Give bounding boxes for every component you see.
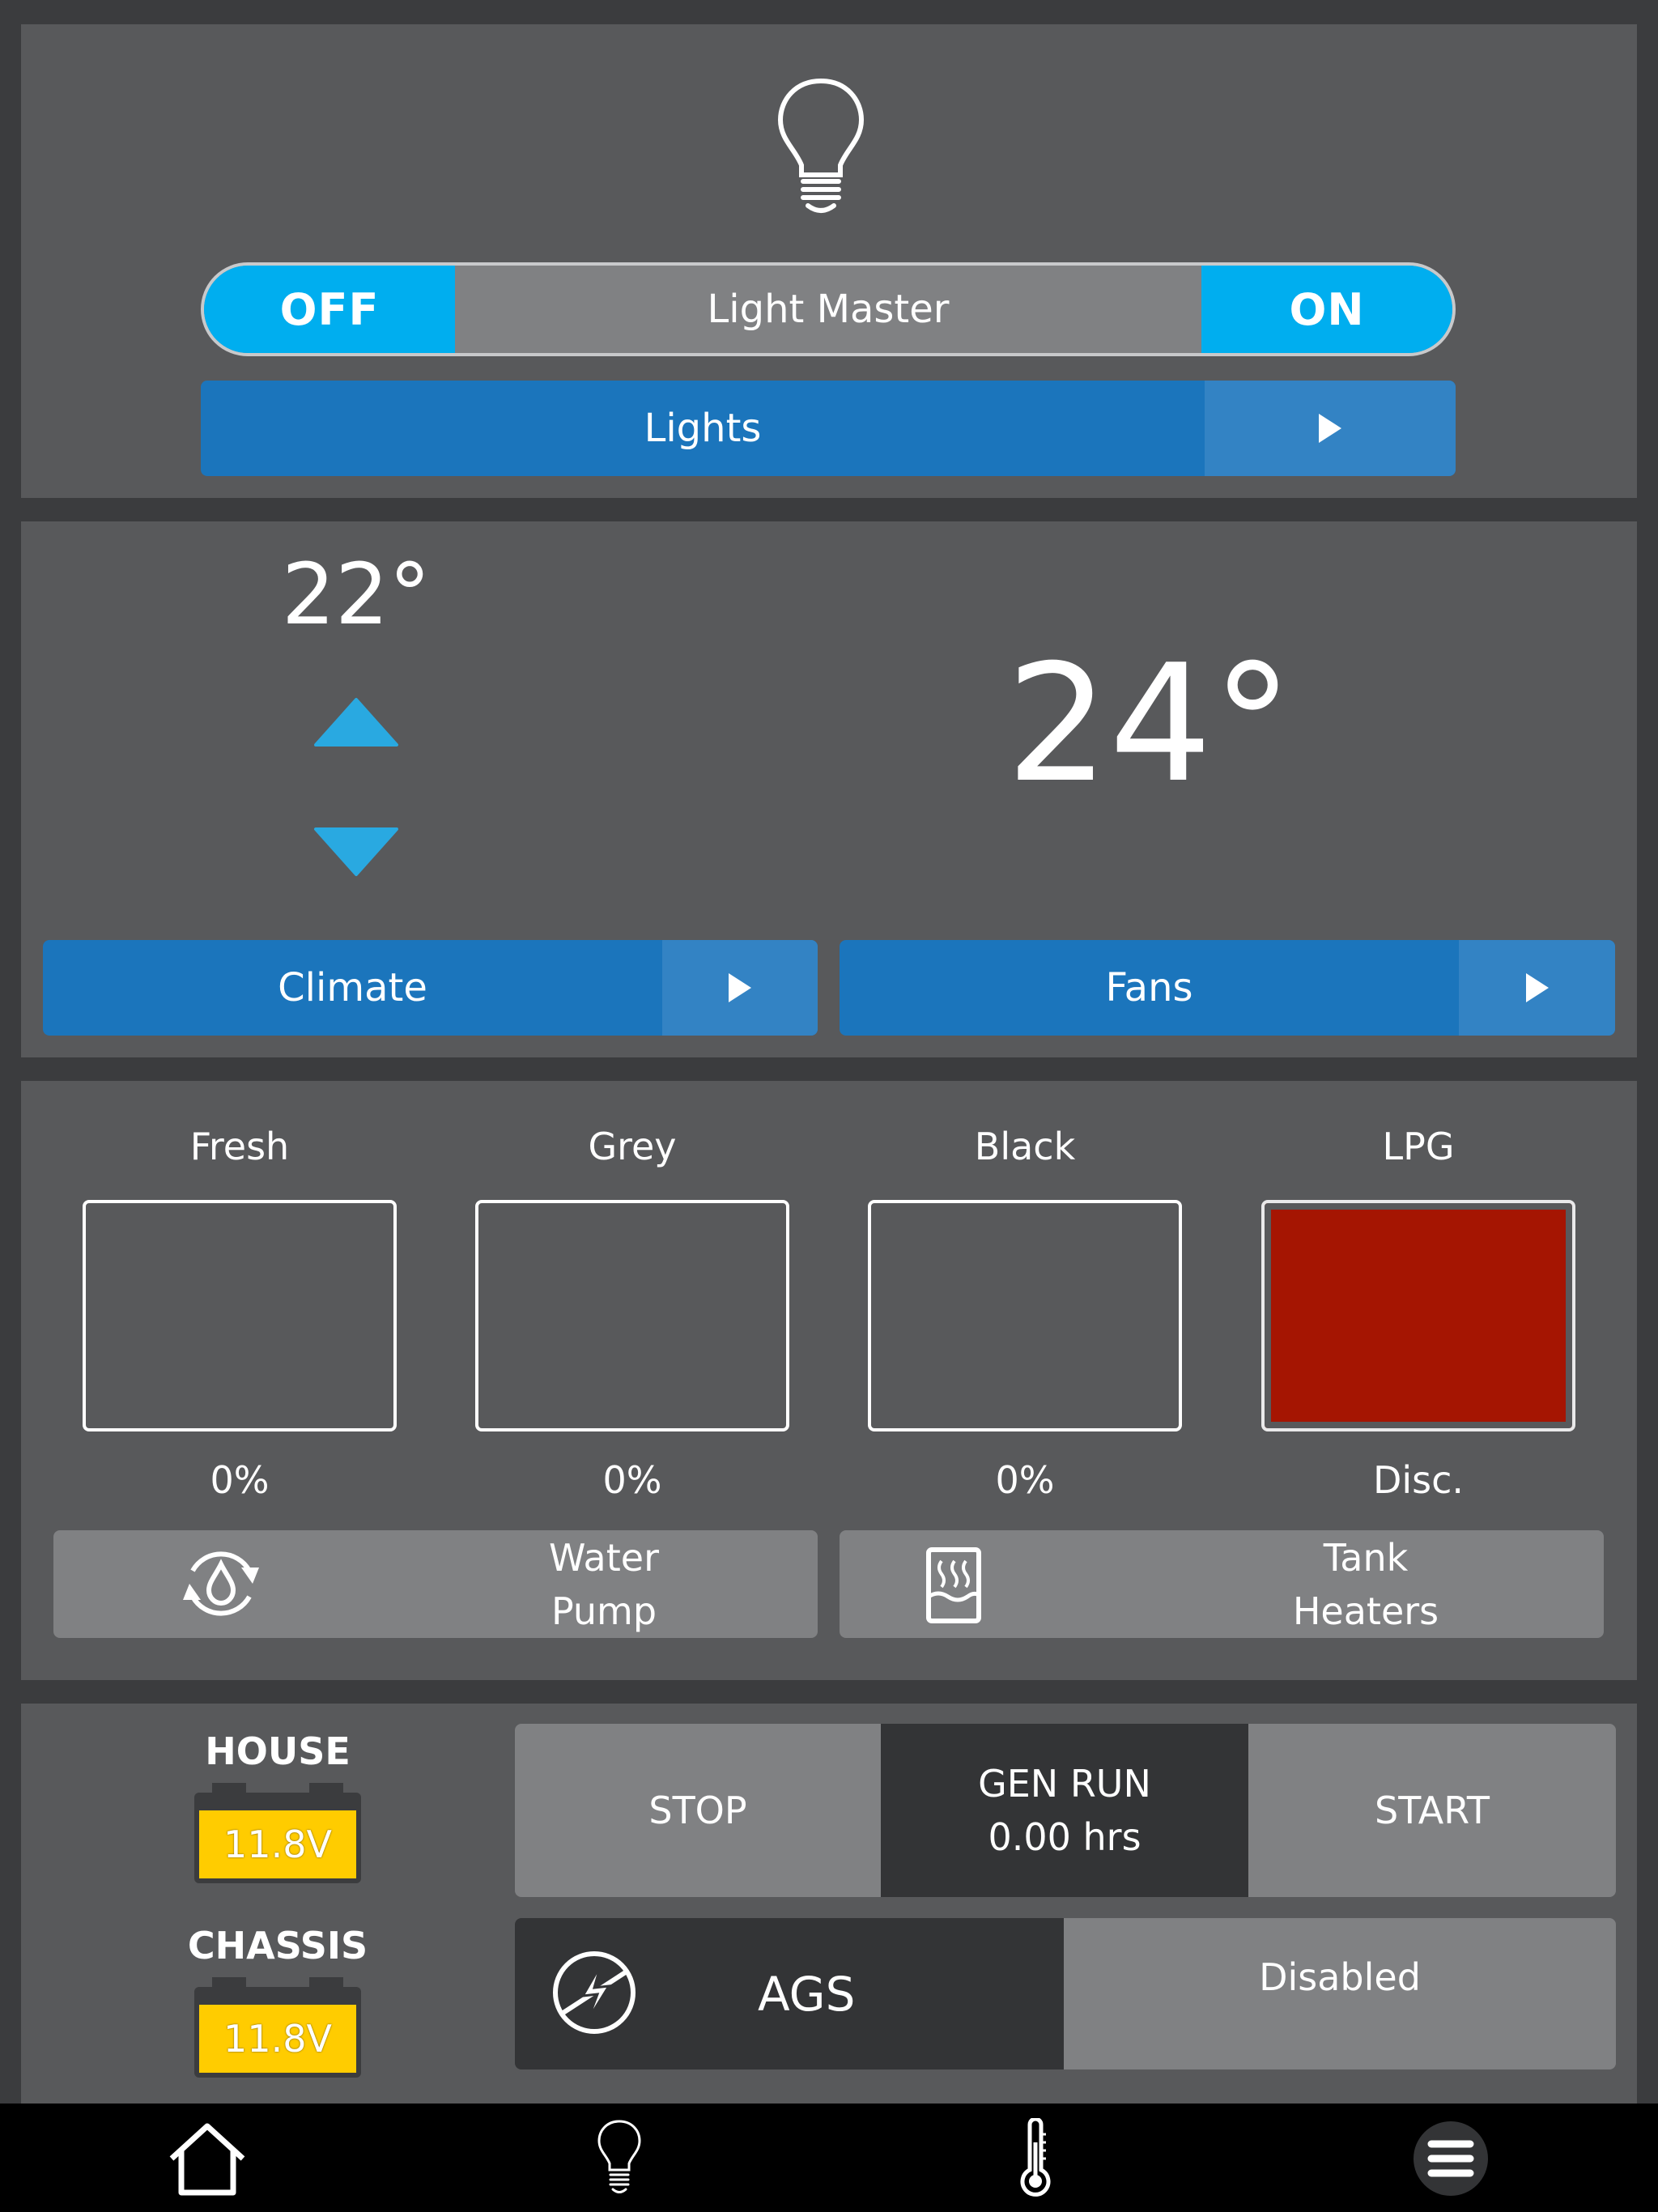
battery-voltage: 11.8V bbox=[199, 1810, 356, 1878]
climate-nav-button[interactable]: Climate bbox=[43, 940, 818, 1036]
home-icon[interactable] bbox=[167, 2118, 248, 2199]
tank-level-value: 0% bbox=[210, 1458, 270, 1502]
water-pump-label: Water Pump bbox=[393, 1530, 814, 1638]
generator-start-button[interactable]: START bbox=[1248, 1724, 1616, 1897]
water-pump-button[interactable]: Water Pump bbox=[53, 1530, 818, 1638]
tank-heater-icon bbox=[926, 1547, 981, 1623]
generator-run-title: GEN RUN bbox=[978, 1762, 1151, 1806]
tank-black[interactable]: Black 0% bbox=[868, 1117, 1182, 1504]
tank-heaters-label: Tank Heaters bbox=[1147, 1530, 1584, 1638]
play-arrow-icon bbox=[729, 973, 751, 1002]
lights-nav-button[interactable]: Lights bbox=[201, 381, 1456, 476]
battery-name: HOUSE bbox=[205, 1729, 351, 1773]
tank-level-value: 0% bbox=[995, 1458, 1055, 1502]
tank-heaters-button[interactable]: Tank Heaters bbox=[840, 1530, 1604, 1638]
light-master-off-button[interactable]: OFF bbox=[204, 266, 455, 353]
light-master-toggle[interactable]: OFF Light Master ON bbox=[201, 262, 1456, 356]
lights-nav-label: Lights bbox=[644, 406, 762, 451]
tank-heaters-label-line2: Heaters bbox=[1292, 1589, 1439, 1633]
ags-label: AGS bbox=[758, 1966, 856, 2022]
tank-disconnected-indicator bbox=[1261, 1200, 1575, 1431]
climate-arrow-area[interactable] bbox=[662, 940, 818, 1036]
light-master-label: Light Master bbox=[707, 287, 950, 332]
tank-name: Fresh bbox=[189, 1125, 290, 1168]
generator-stop-button[interactable]: STOP bbox=[515, 1724, 881, 1897]
battery-name: CHASSIS bbox=[187, 1924, 368, 1967]
tank-level-value: Disc. bbox=[1372, 1458, 1465, 1502]
house-battery: HOUSE 11.8V bbox=[186, 1725, 369, 1883]
battery-voltage: 11.8V bbox=[199, 2005, 356, 2073]
tank-name: Black bbox=[974, 1125, 1076, 1168]
water-pump-icon bbox=[183, 1551, 259, 1616]
play-arrow-icon bbox=[1319, 414, 1341, 443]
lights-arrow-area[interactable] bbox=[1205, 381, 1456, 476]
tank-fresh[interactable]: Fresh 0% bbox=[83, 1117, 397, 1504]
climate-nav-label: Climate bbox=[278, 965, 427, 1010]
tank-heaters-label-line1: Tank bbox=[1323, 1535, 1409, 1580]
battery-icon: 11.8V bbox=[194, 1977, 361, 2078]
bottom-tab-bar bbox=[0, 2104, 1658, 2212]
tank-name: Grey bbox=[588, 1125, 677, 1168]
water-pump-label-line2: Pump bbox=[551, 1589, 657, 1633]
triangle-up-icon[interactable] bbox=[312, 696, 400, 748]
water-pump-label-line1: Water bbox=[549, 1535, 659, 1580]
tank-level-gauge bbox=[475, 1200, 789, 1431]
tank-level-value: 0% bbox=[602, 1458, 662, 1502]
chassis-battery: CHASSIS 11.8V bbox=[186, 1919, 369, 2078]
ags-button[interactable]: AGS Disabled bbox=[515, 1918, 1616, 2069]
fans-nav-label: Fans bbox=[1105, 965, 1193, 1010]
tank-name: LPG bbox=[1382, 1125, 1455, 1168]
play-arrow-icon bbox=[1525, 973, 1549, 1002]
setpoint-temperature: 22° bbox=[281, 545, 432, 644]
fans-arrow-area[interactable] bbox=[1459, 940, 1615, 1036]
light-master-on-button[interactable]: ON bbox=[1201, 266, 1452, 353]
generator-control: STOP GEN RUN 0.00 hrs START bbox=[515, 1724, 1616, 1897]
lightbulb-icon[interactable] bbox=[591, 2118, 648, 2199]
lightning-circle-icon bbox=[553, 1951, 636, 2034]
ags-label-area: AGS bbox=[515, 1918, 1064, 2069]
current-temperature: 24° bbox=[1005, 630, 1294, 819]
lightbulb-icon bbox=[777, 78, 865, 213]
battery-icon: 11.8V bbox=[194, 1783, 361, 1883]
ags-status: Disabled bbox=[1064, 1918, 1616, 2069]
tank-level-gauge bbox=[868, 1200, 1182, 1431]
fans-nav-button[interactable]: Fans bbox=[840, 940, 1615, 1036]
triangle-down-icon[interactable] bbox=[312, 826, 400, 878]
generator-run-hours: 0.00 hrs bbox=[988, 1815, 1141, 1859]
tank-lpg[interactable]: LPG Disc. bbox=[1261, 1117, 1575, 1504]
thermometer-icon[interactable] bbox=[1017, 2118, 1054, 2199]
tank-level-gauge bbox=[83, 1200, 397, 1431]
tank-grey[interactable]: Grey 0% bbox=[475, 1117, 789, 1504]
generator-run-display: GEN RUN 0.00 hrs bbox=[881, 1724, 1248, 1897]
menu-icon[interactable] bbox=[1412, 2118, 1490, 2199]
